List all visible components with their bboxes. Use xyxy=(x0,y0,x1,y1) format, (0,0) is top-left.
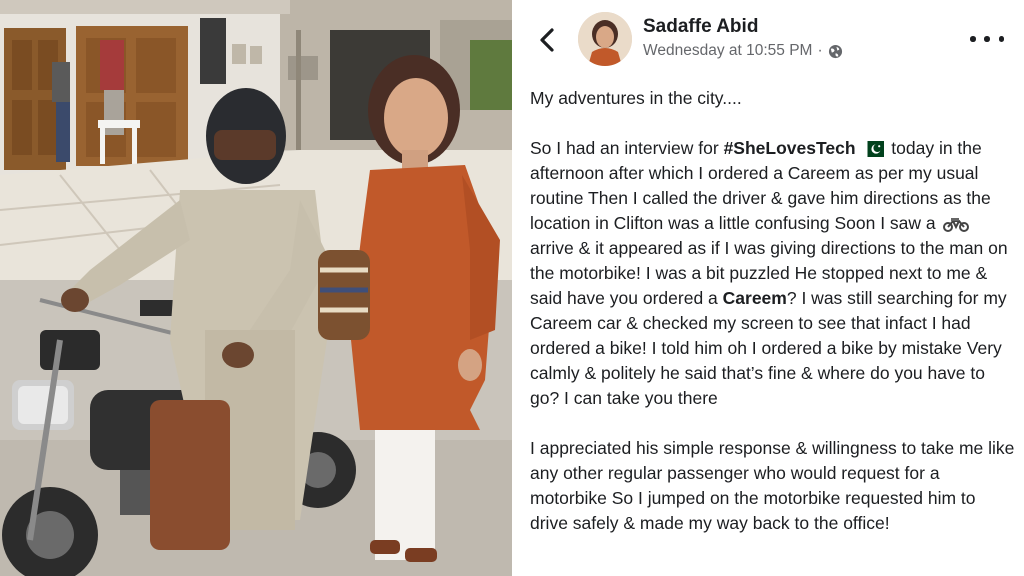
motorcycle-icon xyxy=(942,218,969,233)
post-author[interactable]: Sadaffe Abid xyxy=(643,16,758,38)
avatar-image xyxy=(578,12,632,66)
pakistan-flag-icon xyxy=(862,141,885,158)
back-button[interactable] xyxy=(536,26,560,54)
careem-mention[interactable]: Careem xyxy=(723,288,787,308)
more-horizontal-icon xyxy=(984,36,990,42)
post-body: My adventures in the city.... So I had a… xyxy=(530,86,1018,561)
divider xyxy=(512,0,520,576)
globe-icon xyxy=(828,44,842,58)
post-meta: Wednesday at 10:55 PM · xyxy=(643,42,843,60)
chevron-left-icon xyxy=(540,28,554,52)
more-horizontal-icon xyxy=(970,36,976,42)
meta-separator: · xyxy=(817,42,823,59)
text-segment: So I had an interview for xyxy=(530,138,724,158)
post-paragraph-intro: My adventures in the city.... xyxy=(530,88,742,108)
photo-illustration xyxy=(0,0,512,576)
hashtag-link[interactable]: #SheLovesTech xyxy=(724,138,856,158)
post-paragraph-1: So I had an interview for #SheLovesTech … xyxy=(530,136,1018,411)
avatar[interactable] xyxy=(578,12,632,66)
post-timestamp[interactable]: Wednesday at 10:55 PM xyxy=(643,42,812,60)
more-options-button[interactable] xyxy=(970,27,1004,51)
post-photo[interactable] xyxy=(0,0,512,576)
facebook-post: Sadaffe Abid Wednesday at 10:55 PM · My … xyxy=(520,0,1024,576)
post-paragraph-2: I appreciated his simple response & will… xyxy=(530,438,1015,533)
more-horizontal-icon xyxy=(998,36,1004,42)
